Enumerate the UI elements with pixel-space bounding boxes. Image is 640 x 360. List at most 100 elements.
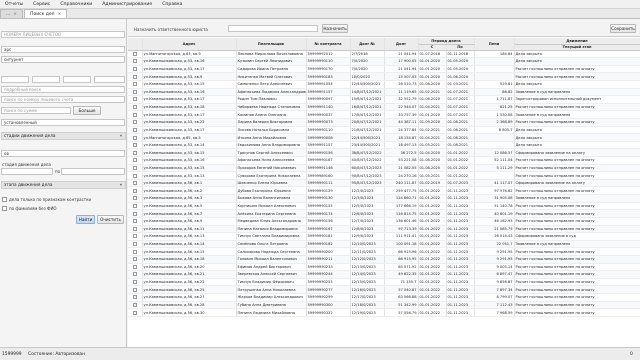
row-checkbox[interactable]	[132, 272, 137, 277]
table-row[interactable]: ул.Каменшиковская, д.53, кв.15 Прохоров Е…	[128, 164, 640, 173]
table-row[interactable]: ул.Каменшиковская, д.56, кв.20 Ефимов Анд…	[128, 263, 640, 272]
row-checkbox[interactable]	[132, 196, 137, 201]
table-row[interactable]: ул.Каменшиковская, д.53, кв.17 Лисова Нат…	[128, 126, 640, 135]
table-row[interactable]: ул.Каменшиковская, д.56, кв.27 Жарков Вла…	[128, 293, 640, 302]
no-fio-checkbox[interactable]	[2, 206, 7, 211]
menu-references[interactable]: Справочники	[55, 2, 97, 7]
row-checkbox[interactable]	[132, 120, 137, 125]
table-row[interactable]: ул.Каменшиковская, д.56, кв.28 Губина Анн…	[128, 301, 640, 310]
contrast-checkbox[interactable]	[2, 197, 7, 202]
date-from-field[interactable]	[1, 168, 53, 175]
table-row[interactable]: ул.Каменшиковская, д.56, кв.9 Медведева Ю…	[128, 217, 640, 226]
row-checkbox[interactable]	[132, 89, 137, 94]
row-checkbox[interactable]	[132, 280, 137, 285]
table-row[interactable]: ул.Каменшиковская, д.53, кв.13 Суворова Е…	[128, 171, 640, 180]
stage-select[interactable]: ов	[1, 150, 125, 157]
table-row[interactable]: ул.Каменшиковская, д.53, кв.16 Афанасьева…	[128, 88, 640, 97]
small-field-3[interactable]	[63, 76, 91, 83]
table-row[interactable]: ул.Каменшиковская, д.53, кв.15 Трясунов С…	[128, 148, 640, 158]
row-checkbox[interactable]	[132, 105, 137, 110]
row-checkbox[interactable]	[132, 67, 137, 72]
table-row[interactable]: ул.Каменшиковская, д.56, кв.14 Семёнова О…	[128, 240, 640, 249]
close-icon[interactable]: ×	[58, 12, 62, 17]
row-checkbox[interactable]	[132, 295, 137, 300]
table-row[interactable]: ул.Каменшиковская, д.56, кв.7 Алёхина Ека…	[128, 209, 640, 218]
row-checkbox[interactable]	[132, 188, 137, 193]
col-debt[interactable]: Долг	[384, 38, 419, 51]
table-row[interactable]: ул.Каменшиковская, д.56, кв.13 Тимчук Све…	[128, 232, 640, 241]
table-row[interactable]: ул.Магнитогорская, д.65, кв.5 Иткина Анна…	[128, 133, 640, 142]
row-checkbox[interactable]	[132, 287, 137, 292]
row-checkbox[interactable]	[132, 82, 137, 87]
table-row[interactable]: ул.Каменшиковская, д.53, кв.16 Кузьмин Се…	[128, 57, 640, 66]
row-checkbox[interactable]	[132, 264, 137, 269]
table-row[interactable]: ул.Каменшиковская, д.56, кв.25 Петрушенко…	[128, 285, 640, 294]
table-row[interactable]: ул.Каменшиковская, д.56, кв.5 Корнишин Ми…	[128, 202, 640, 211]
row-checkbox[interactable]	[132, 302, 137, 307]
row-checkbox[interactable]	[132, 257, 137, 262]
menu-service[interactable]: Сервис	[28, 2, 55, 7]
row-checkbox[interactable]	[132, 158, 137, 163]
section-case-stages[interactable]: стадии движения дела ▾	[1, 132, 126, 140]
tab-previous[interactable]: ... ×	[0, 9, 24, 18]
table-row[interactable]: ул.Каменшиковская, д.56, кв.15 Салихарова…	[128, 247, 640, 256]
table-row[interactable]: ул.Каменшиковская, д.56, кв.21 Зверевская…	[128, 270, 640, 279]
row-checkbox[interactable]	[132, 143, 137, 148]
menu-reports[interactable]: Отчеты	[0, 2, 28, 7]
row-checkbox[interactable]	[132, 51, 137, 56]
row-checkbox[interactable]	[132, 127, 137, 132]
more-button[interactable]: Больше	[73, 106, 101, 115]
row-checkbox[interactable]	[132, 181, 137, 186]
menu-help[interactable]: Справка	[157, 2, 187, 7]
table-row[interactable]: ул.Каменшиковская, д.56, кв.22 Тимчук Вла…	[128, 278, 640, 287]
small-field-4[interactable]	[94, 76, 125, 83]
row-checkbox[interactable]	[132, 135, 137, 140]
row-checkbox[interactable]	[132, 242, 137, 247]
table-row[interactable]: ул.Каменшиковская, д.56, кв.2 Дубова Екат…	[128, 186, 640, 196]
area-field[interactable]: арс	[1, 46, 125, 53]
table-row[interactable]: ул.Каменшиковская, д.53, кв.16 Афанасьева…	[128, 156, 640, 165]
table-row[interactable]: ул.Каменшиковская, д.53, кв.18 Чибиряева …	[128, 103, 640, 112]
table-row[interactable]: ул.Каменшиковская, д.53, кв.14 Евдокимова…	[128, 141, 640, 150]
small-field-2[interactable]	[32, 76, 60, 83]
tab-case-search[interactable]: Поиск дел ×	[24, 9, 68, 18]
menu-admin[interactable]: Администрирование	[97, 2, 157, 7]
row-checkbox[interactable]	[132, 234, 137, 239]
account-numbers-field[interactable]: НОМЕРА ЛИЦЕВЫХ СЧЕТОВ	[1, 31, 125, 38]
account-search-field[interactable]: поиск по номеру лицевого счета	[1, 96, 125, 103]
col-debt-no[interactable]: Долг №	[350, 38, 385, 51]
col-payer[interactable]: Плательщик	[236, 38, 307, 51]
table-row[interactable]: ул.Каменшиковская, д.56, кв.1 Шевченко Ел…	[128, 179, 640, 188]
row-checkbox[interactable]	[132, 112, 137, 117]
close-icon[interactable]: ×	[13, 12, 17, 17]
col-address[interactable]: Адрес	[142, 38, 237, 51]
row-checkbox[interactable]	[132, 203, 137, 208]
amount-search-field[interactable]: поиск по сумме	[1, 107, 71, 114]
detailed-search-field[interactable]: подробный поиск	[1, 86, 125, 93]
table-row[interactable]: ул.Каменшиковская, д.53, кв.17 Каминов Ал…	[128, 110, 640, 119]
assign-button[interactable]: Назначить	[322, 24, 348, 33]
responsible-select[interactable]	[228, 25, 318, 32]
col-contract[interactable]: № контракта	[306, 38, 351, 51]
row-checkbox[interactable]	[132, 219, 137, 224]
table-row[interactable]: ул.Магнитогорская, д.63, кв.9 Леонова Мир…	[128, 50, 640, 59]
col-penalty[interactable]: Пени	[474, 38, 515, 51]
table-row[interactable]: ул.Каменшиковская, д.53, кв.9 Никитенко М…	[128, 72, 640, 81]
export-button[interactable]: Сохранить	[610, 24, 636, 33]
row-checkbox[interactable]	[132, 226, 137, 231]
row-checkbox[interactable]	[132, 249, 137, 254]
status-field[interactable]: установленный	[1, 119, 125, 126]
table-row[interactable]: ул.Каменшиковская, д.53, кв.15 Симоненко …	[128, 80, 640, 89]
find-button[interactable]: Найти	[76, 215, 95, 224]
section-stage-phases[interactable]: этапа движения дела ▾	[1, 181, 126, 189]
row-checkbox[interactable]	[132, 59, 137, 64]
small-field-1[interactable]	[1, 76, 29, 83]
table-row[interactable]: ул.Каменшиковская, д.53, кв.17 Сидорова И…	[128, 65, 640, 74]
contractor-field[interactable]: ситурнет	[1, 56, 125, 63]
row-checkbox[interactable]	[132, 150, 137, 155]
table-row[interactable]: ул.Каменшиковская, д.53, кв.22 Ларина Вал…	[128, 118, 640, 127]
row-checkbox[interactable]	[132, 173, 137, 178]
table-row[interactable]: ул.Каменшиковская, д.56, кв.30 Пенина Люд…	[128, 308, 640, 317]
row-checkbox[interactable]	[132, 74, 137, 79]
row-checkbox[interactable]	[132, 165, 137, 170]
